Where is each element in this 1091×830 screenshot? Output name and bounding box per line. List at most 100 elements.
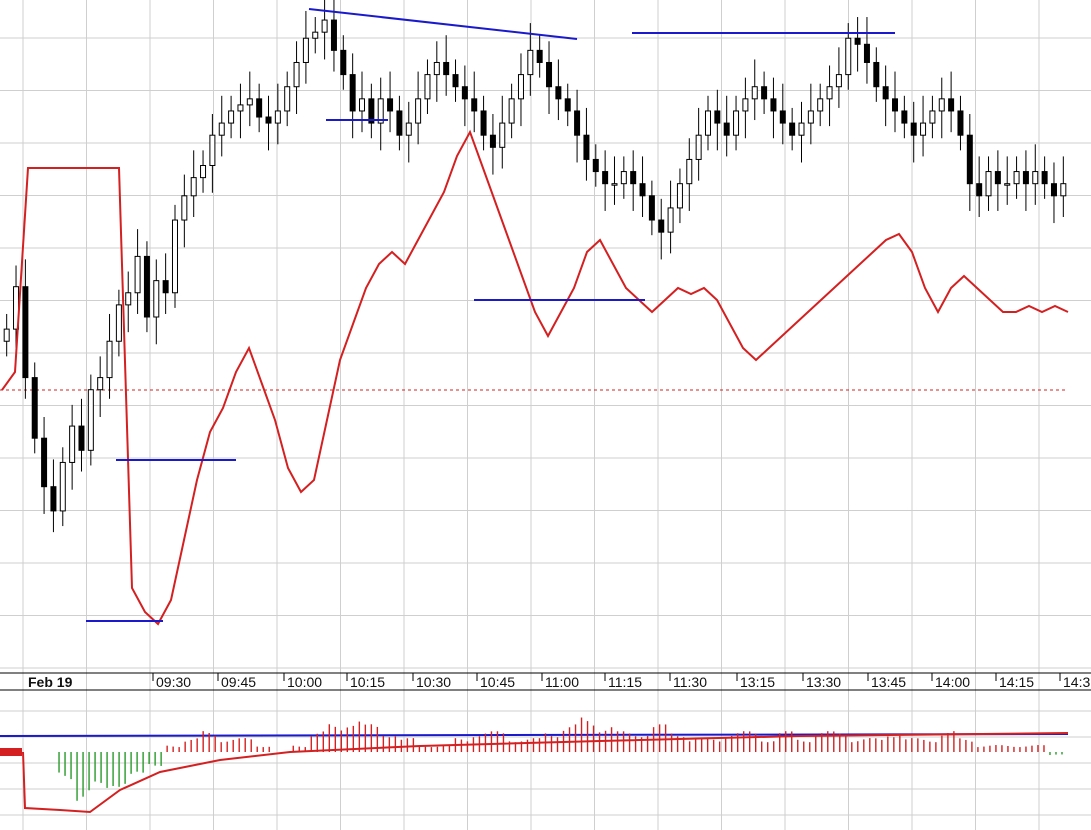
candle-down (443, 61, 450, 76)
time-tick-label: 13:45 (871, 674, 906, 690)
candle-up (985, 171, 992, 197)
candle-down (471, 98, 478, 112)
candle-up (87, 389, 94, 451)
grid-lines (0, 0, 1091, 830)
candle-up (69, 425, 76, 463)
candle-up (920, 122, 927, 136)
candle-down (536, 49, 543, 63)
candle-up (218, 122, 225, 136)
candle-down (50, 486, 57, 512)
drawn-trendlines[interactable] (0, 8, 1069, 737)
candle-up (200, 165, 207, 179)
candle-down (901, 110, 908, 124)
candle-down (564, 98, 571, 112)
time-tick-label: 10:15 (350, 674, 385, 690)
candle-down (583, 134, 590, 160)
candle-down (948, 98, 955, 112)
candle-up (499, 122, 506, 148)
candle-up (826, 86, 833, 100)
candle-down (143, 255, 150, 318)
candle-up (246, 98, 253, 106)
candle-down (770, 98, 777, 112)
candle-down (78, 425, 85, 451)
candle-down (994, 171, 1001, 185)
candle-up (938, 98, 945, 112)
candle-up (1013, 171, 1020, 185)
candle-down (761, 86, 768, 100)
candle-down (882, 86, 889, 100)
candle-up (424, 74, 431, 100)
candle-up (3, 328, 10, 342)
candle-up (817, 98, 824, 112)
candle-up (611, 183, 618, 186)
candle-up (284, 86, 291, 112)
candle-up (274, 110, 281, 124)
candle-up (695, 134, 702, 160)
candle-down (256, 98, 263, 118)
candle-up (929, 110, 936, 124)
candle-up (115, 304, 122, 342)
candle-up (237, 104, 244, 112)
candle-down (480, 110, 487, 136)
candle-down (574, 110, 581, 136)
candle-up (171, 219, 178, 294)
candle-down (976, 183, 983, 197)
candle-down (779, 110, 786, 124)
time-tick-labels: 09:30 09:45 10:00 10:15 10:30 10:45 11:00 11:15… (152, 673, 1090, 690)
candle-up (302, 37, 309, 63)
candle-down (22, 286, 29, 379)
time-tick-label: 09:45 (221, 674, 256, 690)
candle-up (106, 340, 113, 379)
candle-up (405, 122, 412, 136)
candle-down (31, 377, 38, 439)
candle-up (508, 98, 515, 124)
time-tick-label: 14:15 (999, 674, 1034, 690)
candle-up (293, 61, 300, 88)
candle-down (966, 134, 973, 185)
time-tick-label: 09:30 (156, 674, 191, 690)
candle-down (396, 110, 403, 136)
candle-down (723, 122, 730, 136)
candle-up (359, 98, 366, 112)
candle-up (807, 110, 814, 124)
candle-down (873, 61, 880, 88)
time-tick-label: 10:30 (416, 674, 451, 690)
candle-down (957, 110, 964, 136)
candle-up (686, 158, 693, 185)
time-tick-label: 13:15 (740, 674, 775, 690)
candle-down (1050, 183, 1057, 197)
candle-down (546, 61, 553, 88)
time-tick-label: 10:45 (480, 674, 515, 690)
candle-down (892, 98, 899, 112)
candle-up (527, 49, 534, 76)
candle-down (863, 43, 870, 63)
candle-up (845, 37, 852, 76)
time-tick-label: 13:30 (806, 674, 841, 690)
candle-up (97, 377, 104, 391)
candle-up (134, 255, 141, 294)
candle-down (349, 74, 356, 112)
candle-down (602, 171, 609, 185)
oscillator-line (1, 129, 1069, 626)
drawn-line[interactable] (308, 8, 578, 40)
candle-up (181, 195, 188, 221)
time-tick-label: 11:15 (608, 674, 642, 690)
candle-up (228, 110, 235, 124)
candle-up (1004, 183, 1011, 186)
time-tick-label: 14:00 (935, 674, 970, 690)
date-label: Feb 19 (28, 674, 73, 690)
price-candles (3, 0, 1067, 533)
time-tick-label: 10:00 (287, 674, 322, 690)
candle-down (265, 116, 272, 124)
candle-up (59, 461, 66, 512)
candle-up (190, 177, 197, 197)
histogram-pane (0, 717, 1069, 814)
candle-up (415, 98, 422, 124)
candle-up (733, 110, 740, 136)
candle-down (1022, 171, 1029, 185)
candle-down (592, 158, 599, 173)
candle-up (676, 183, 683, 209)
chart-canvas: Feb 19 09:30 09:45 10:00 10:15 10:30 10:45 11:… (0, 0, 1091, 830)
candle-up (620, 171, 627, 185)
candle-down (555, 86, 562, 100)
